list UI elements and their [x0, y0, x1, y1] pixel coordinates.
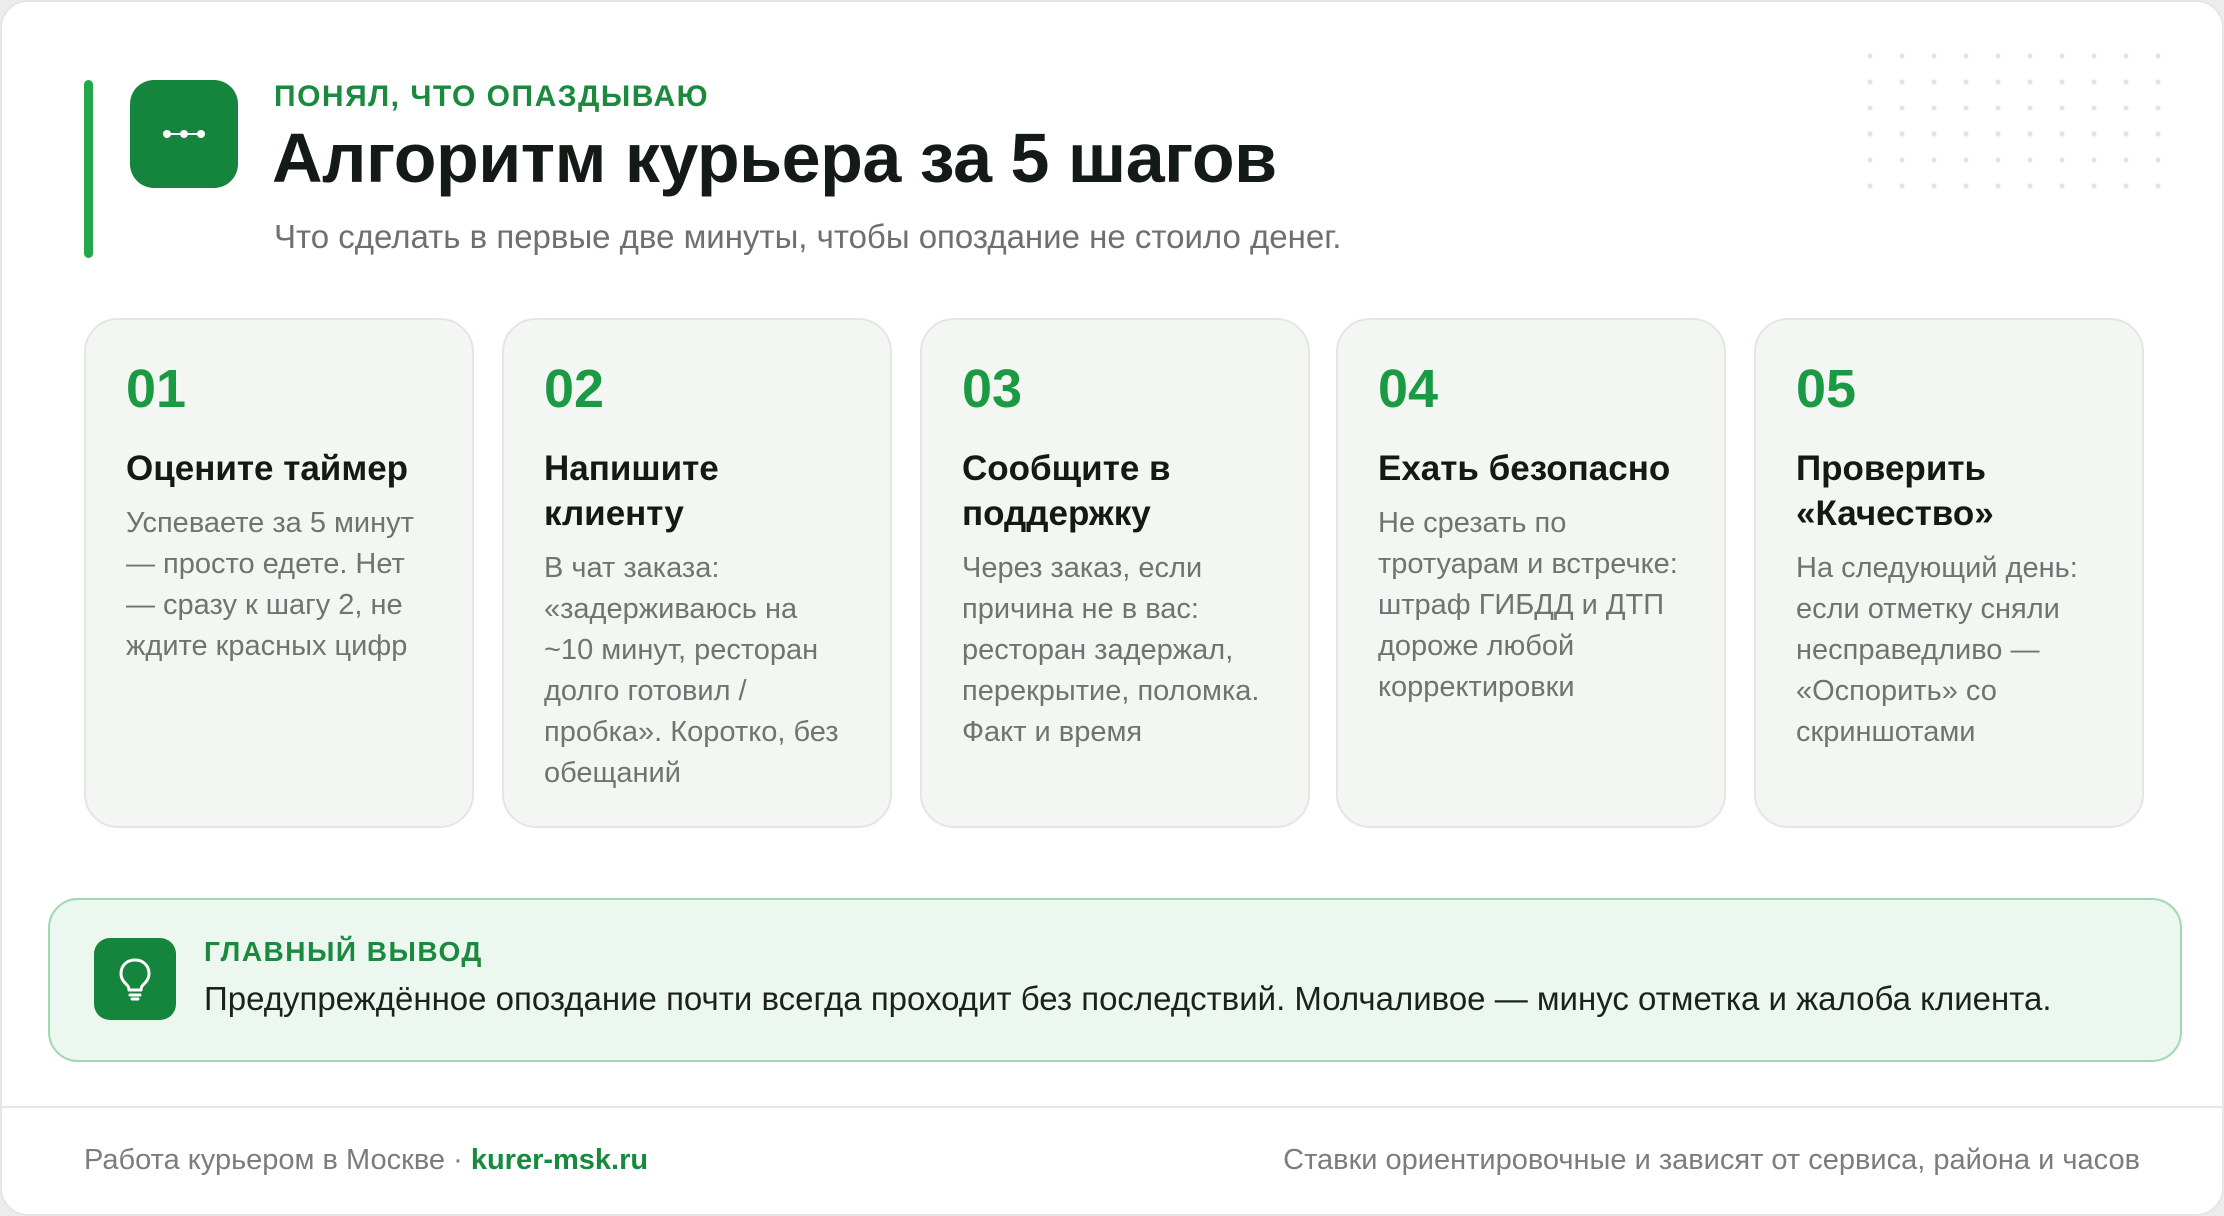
footer-divider — [2, 1106, 2222, 1108]
footer-site-caption: Работа курьером в Москве · — [84, 1144, 471, 1176]
takeaway-panel: ГЛАВНЫЙ ВЫВОД Предупреждённое опоздание … — [48, 898, 2182, 1062]
infographic-card: ПОНЯЛ, ЧТО ОПАЗДЫВАЮ Алгоритм курьера за… — [0, 0, 2224, 1216]
route-dots-icon — [130, 80, 238, 188]
lightbulb-icon — [94, 938, 176, 1020]
footer-left: Работа курьером в Москве · kurer-msk.ru — [84, 1144, 648, 1177]
takeaway-label: ГЛАВНЫЙ ВЫВОД — [204, 936, 483, 967]
page-subtitle: Что сделать в первые две минуты, чтобы о… — [274, 218, 1342, 255]
step-number: 05 — [1796, 359, 1857, 419]
step-card-3: 03 Сообщите в поддержку Через заказ, есл… — [920, 318, 1310, 828]
step-description: Не срезать по тротуарам и встречке: штра… — [1378, 507, 1678, 703]
page-title: Алгоритм курьера за 5 шагов — [272, 119, 1277, 197]
step-number: 02 — [544, 359, 605, 419]
eyebrow-label: ПОНЯЛ, ЧТО ОПАЗДЫВАЮ — [274, 80, 710, 113]
step-description: Успеваете за 5 минут — просто едете. Нет… — [126, 507, 414, 662]
step-description: На следующий день: если отметку сняли не… — [1796, 552, 2078, 748]
step-title: Сообщите в поддержку — [962, 449, 1171, 533]
step-title: Напишите клиенту — [544, 449, 719, 533]
step-card-5: 05 Проверить «Качество» На следующий ден… — [1754, 318, 2144, 828]
step-number: 03 — [962, 359, 1023, 419]
dot-pattern-decoration — [1867, 53, 2161, 189]
step-title: Ехать безопасно — [1378, 449, 1671, 488]
takeaway-text: Предупреждённое опоздание почти всегда п… — [204, 980, 2052, 1017]
step-description: Через заказ, если причина не в вас: рест… — [962, 552, 1260, 748]
step-description: В чат заказа: «задерживаюсь на ~10 минут… — [544, 552, 839, 789]
footer-disclaimer: Ставки ориентировочные и зависят от серв… — [1283, 1144, 2140, 1176]
step-number: 04 — [1378, 359, 1439, 419]
step-card-4: 04 Ехать безопасно Не срезать по тротуар… — [1336, 318, 1726, 828]
step-title: Проверить «Качество» — [1796, 449, 1994, 533]
site-link[interactable]: kurer-msk.ru — [471, 1144, 648, 1176]
step-title: Оцените таймер — [126, 449, 409, 488]
accent-bar — [84, 80, 93, 258]
step-card-2: 02 Напишите клиенту В чат заказа: «задер… — [502, 318, 892, 828]
step-number: 01 — [126, 359, 187, 419]
step-card-1: 01 Оцените таймер Успеваете за 5 минут —… — [84, 318, 474, 828]
steps-row: 01 Оцените таймер Успеваете за 5 минут —… — [84, 318, 2144, 828]
